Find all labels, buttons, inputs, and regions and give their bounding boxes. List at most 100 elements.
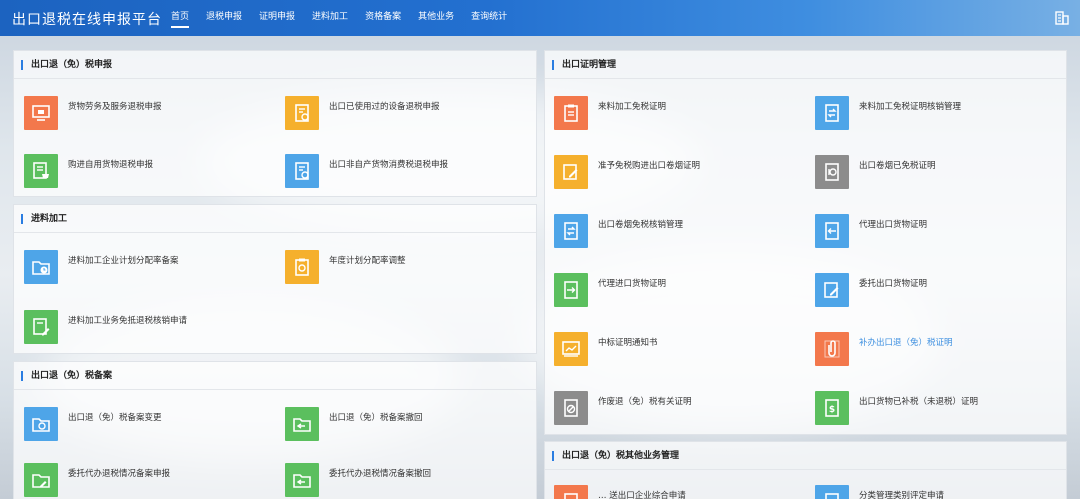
item-non-self-produced-refund[interactable]: 出口非自产货物消费税退税申报 [285,153,448,189]
document-icon [815,485,849,499]
document-dollar-icon: $ [815,391,849,425]
panel-title: 进料加工 [31,214,68,224]
item-used-equipment-refund[interactable]: 出口已使用过的设备退税申报 [285,95,440,131]
svg-text:$: $ [829,405,835,415]
nav-other-business[interactable]: 其他业务 [418,0,454,36]
panel-export-refund: 出口退（免）税申报 货物劳务及服务退税申报 出口已使用过的设备退税申报 购进自用… [13,50,537,197]
item-goods-services-refund[interactable]: 货物劳务及服务退税申报 [24,95,162,131]
panel-header: 出口退（免）税备案 [14,362,536,390]
panel-title: 出口证明管理 [562,60,617,70]
chart-board-icon [554,332,588,366]
panel-header: 出口退（免）税申报 [14,51,536,79]
folder-pen-icon [24,463,58,497]
item-label: 代理出口货物证明 [859,220,928,230]
panel-title: 出口退（免）税申报 [31,60,113,70]
item-cert-8[interactable]: 中标证明通知书 [554,331,658,367]
item-label: 代理进口货物证明 [598,279,667,289]
item-label: 出口货物已补税（未退税）证明 [859,397,979,407]
panel-other-business: 出口退（免）税其他业务管理 … 送出口企业综合申请 分类管理类别评定申请 [544,441,1067,499]
item-other-0[interactable]: … 送出口企业综合申请 [554,484,686,499]
item-label: 出口非自产货物消费税退税申报 [329,160,449,170]
document-edit-icon [554,155,588,189]
item-label: 年度计划分配率调整 [329,256,406,266]
document-exchange-icon [815,96,849,130]
document-out-icon [815,214,849,248]
nav-certificate-declaration[interactable]: 证明申报 [259,0,295,36]
item-label: 出口卷烟免税核销管理 [598,220,684,230]
document-in-icon [554,273,588,307]
nav-refund-declaration[interactable]: 退税申报 [206,0,242,36]
item-agent-filing-withdraw[interactable]: 委托代办退税情况备案撤回 [285,462,431,498]
item-cert-9[interactable]: 补办出口退（免）税证明 [815,331,953,367]
item-cert-1[interactable]: 来料加工免税证明核销管理 [815,95,961,131]
item-cert-2[interactable]: 准予免税购进出口卷烟证明 [554,154,700,190]
item-label: 补办出口退（免）税证明 [859,338,953,348]
panel-header: 出口退（免）税其他业务管理 [545,442,1066,470]
item-label: 出口已使用过的设备退税申报 [329,102,440,112]
folder-clock-icon [24,250,58,284]
document-cart-icon [24,154,58,188]
panel-header: 出口证明管理 [545,51,1066,79]
document-return-icon [285,154,319,188]
item-cert-3[interactable]: 出口卷烟已免税证明 [815,154,936,190]
item-label: 来料加工免税证明 [598,102,667,112]
item-label: 来料加工免税证明核销管理 [859,102,962,112]
nav-query-statistics[interactable]: 查询统计 [471,0,507,36]
item-offset-refund-verification[interactable]: 进料加工业务免抵退税核销申请 [24,309,187,345]
item-filing-withdraw[interactable]: 出口退（免）税备案撤回 [285,406,423,442]
item-label: 货物劳务及服务退税申报 [68,102,162,112]
panel-title: 出口退（免）税备案 [31,371,113,381]
main-nav: 首页 退税申报 证明申报 进料加工 资格备案 其他业务 查询统计 [171,0,524,36]
document-gear-icon [285,96,319,130]
nav-home[interactable]: 首页 [171,0,190,36]
item-plan-allocation-filing[interactable]: 进料加工企业计划分配率备案 [24,249,179,285]
item-label: 购进自用货物退税申报 [68,160,154,170]
paperclip-icon [815,332,849,366]
item-label: … 送出口企业综合申请 [598,491,686,499]
panel-filing: 出口退（免）税备案 出口退（免）税备案变更 出口退（免）税备案撤回 委托代办退税… [13,361,537,499]
folder-back-icon [285,463,319,497]
item-cert-7[interactable]: 委托出口货物证明 [815,272,927,308]
folder-refresh-icon [24,407,58,441]
item-label: 委托出口货物证明 [859,279,928,289]
item-label: 出口卷烟已免税证明 [859,161,936,171]
document-circle-icon [815,155,849,189]
item-cert-6[interactable]: 代理进口货物证明 [554,272,666,308]
item-cert-4[interactable]: 出口卷烟免税核销管理 [554,213,683,249]
item-cert-10[interactable]: 作废退（免）税有关证明 [554,390,692,426]
nav-processing[interactable]: 进料加工 [312,0,348,36]
document-icon [554,485,588,499]
monitor-icon [24,96,58,130]
item-label: 准予免税购进出口卷烟证明 [598,161,701,171]
item-annual-allocation-adjust[interactable]: 年度计划分配率调整 [285,249,406,285]
item-other-1[interactable]: 分类管理类别评定申请 [815,484,944,499]
nav-qualification-filing[interactable]: 资格备案 [365,0,401,36]
item-label: 委托代办退税情况备案撤回 [329,469,432,479]
panel-header: 进料加工 [14,205,536,233]
item-label: 分类管理类别评定申请 [859,491,945,499]
panel-certificates: 出口证明管理 来料加工免税证明 来料加工免税证明核销管理 准予免税购进出口卷烟证… [544,50,1067,435]
item-label: 作废退（免）税有关证明 [598,397,692,407]
clipboard-gear-icon [285,250,319,284]
building-icon[interactable] [1054,9,1070,25]
app-title: 出口退税在线申报平台 [12,12,162,28]
item-self-use-goods-refund[interactable]: 购进自用货物退税申报 [24,153,153,189]
item-cert-0[interactable]: 来料加工免税证明 [554,95,666,131]
item-agent-filing-declare[interactable]: 委托代办退税情况备案申报 [24,462,170,498]
item-label: 进料加工业务免抵退税核销申请 [68,316,188,326]
document-cancel-icon [554,391,588,425]
item-filing-change[interactable]: 出口退（免）税备案变更 [24,406,162,442]
document-pen-icon [24,310,58,344]
clipboard-icon [554,96,588,130]
item-cert-11[interactable]: $ 出口货物已补税（未退税）证明 [815,390,978,426]
item-label: 委托代办退税情况备案申报 [68,469,171,479]
item-label: 进料加工企业计划分配率备案 [68,256,179,266]
item-label: 出口退（免）税备案撤回 [329,413,423,423]
panel-title: 出口退（免）税其他业务管理 [562,451,680,461]
item-label: 中标证明通知书 [598,338,658,348]
item-label: 出口退（免）税备案变更 [68,413,162,423]
item-cert-5[interactable]: 代理出口货物证明 [815,213,927,249]
document-exchange-icon [554,214,588,248]
folder-back-icon [285,407,319,441]
panel-processing: 进料加工 进料加工企业计划分配率备案 年度计划分配率调整 进料加工业务免抵退税核… [13,204,537,354]
